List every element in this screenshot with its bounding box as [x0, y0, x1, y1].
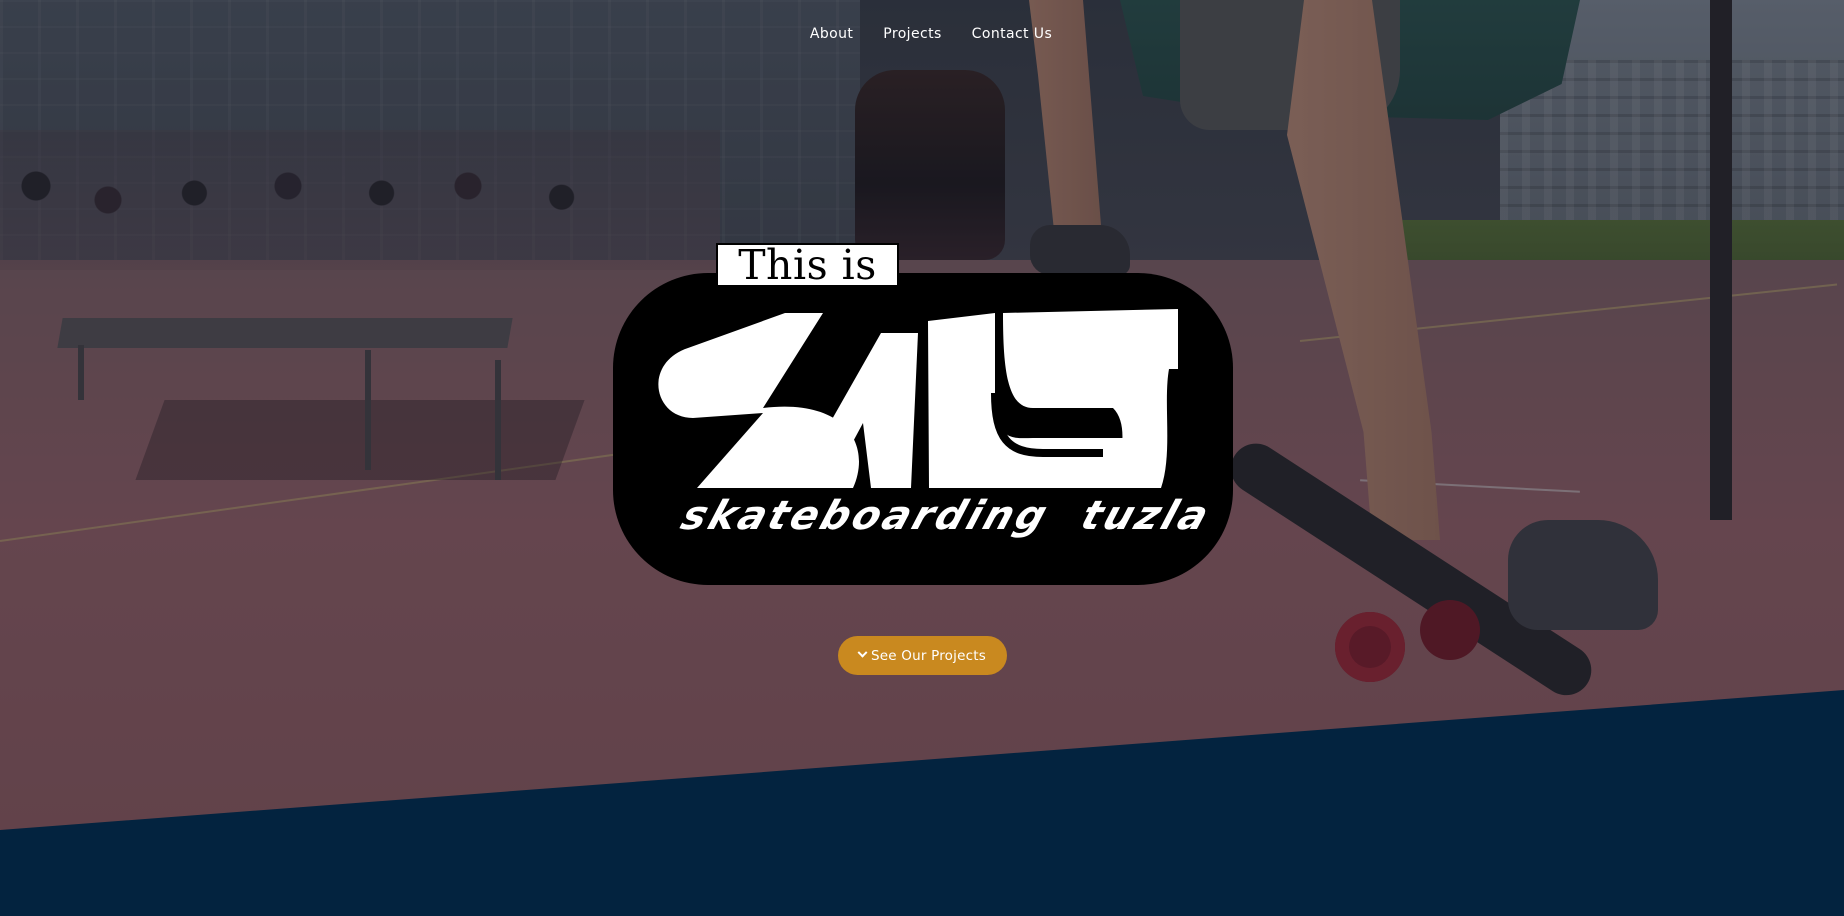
nav-item-contact-us[interactable]: Contact Us: [957, 25, 1067, 43]
chevron-down-icon: [857, 647, 868, 658]
main-nav: About Projects Contact Us: [0, 25, 1844, 43]
nav-item-projects[interactable]: Projects: [868, 25, 956, 43]
logo-tagline: This is: [716, 241, 899, 289]
salt-logo: skateboarding tuzla: [613, 273, 1233, 585]
logo-subtitle: skateboarding tuzla: [675, 493, 1217, 539]
see-our-projects-button[interactable]: See Our Projects: [838, 636, 1007, 675]
cta-label: See Our Projects: [871, 647, 986, 664]
nav-item-about[interactable]: About: [795, 25, 868, 43]
